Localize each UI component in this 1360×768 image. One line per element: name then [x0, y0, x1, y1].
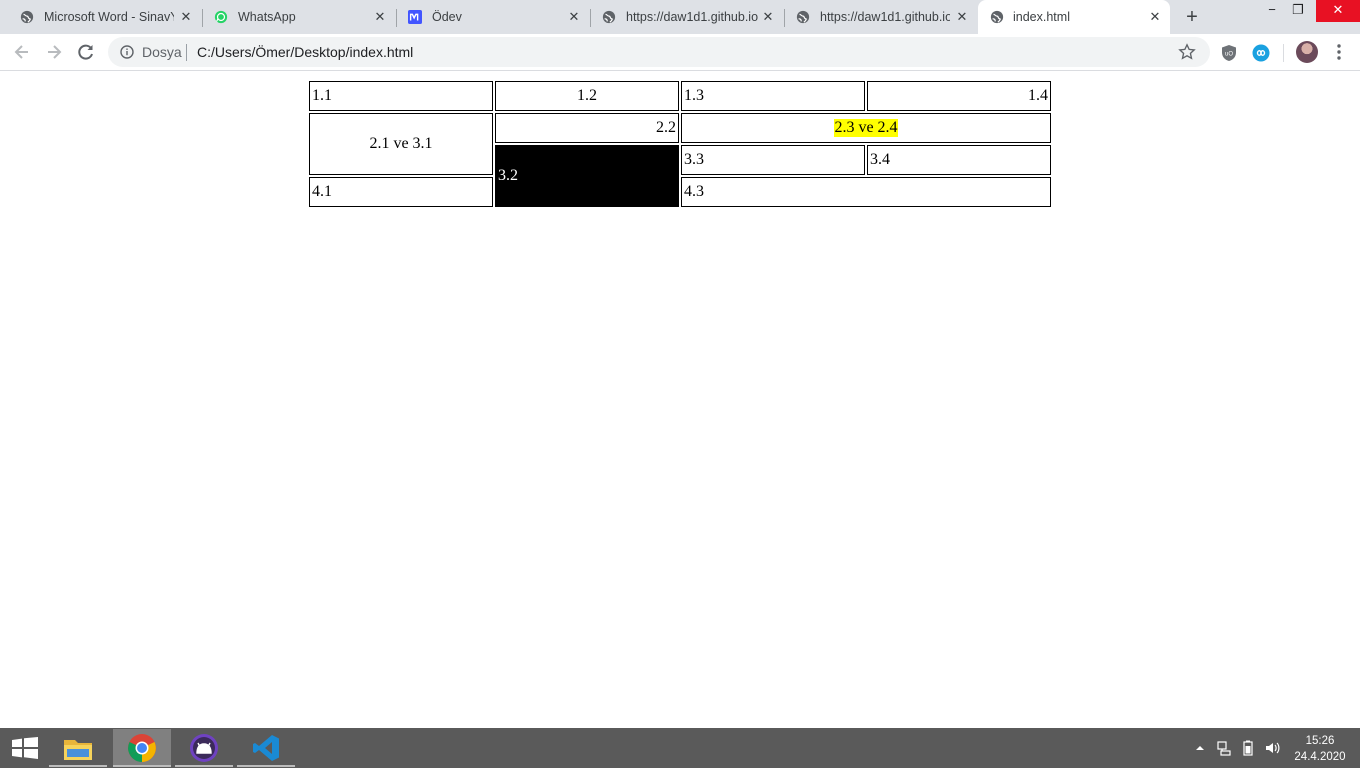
- close-window-button[interactable]: ✕: [1316, 0, 1360, 22]
- taskbar-github-desktop[interactable]: [175, 729, 233, 767]
- running-indicator: [113, 765, 171, 767]
- taskbar-vscode[interactable]: [237, 729, 295, 767]
- tab-close-icon[interactable]: ✕: [178, 9, 194, 25]
- tab-title: Ödev: [432, 10, 462, 24]
- vscode-icon: [253, 735, 279, 761]
- running-indicator: [175, 765, 233, 767]
- tab-title: https://daw1d1.github.io: [820, 10, 950, 24]
- globe-icon: [20, 10, 34, 24]
- show-hidden-icons-icon[interactable]: [1194, 742, 1206, 754]
- battery-icon[interactable]: [1240, 740, 1256, 756]
- table-cell-1-4: 1.4: [867, 81, 1051, 111]
- tab-close-icon[interactable]: ✕: [566, 9, 582, 25]
- tab-github-io-1[interactable]: https://daw1d1.github.io ✕: [582, 0, 782, 34]
- table-cell-3-4: 3.4: [867, 145, 1051, 175]
- back-arrow-icon[interactable]: [12, 42, 32, 62]
- globe-icon: [602, 10, 616, 24]
- forward-arrow-icon[interactable]: [44, 42, 64, 62]
- table-cell-1-2: 1.2: [495, 81, 679, 111]
- globe-icon: [990, 10, 1004, 24]
- system-clock[interactable]: 15:26 24.4.2020: [1290, 733, 1350, 765]
- url-text[interactable]: C:/Users/Ömer/Desktop/index.html: [197, 44, 413, 60]
- info-icon[interactable]: [120, 45, 134, 59]
- tab-title: Microsoft Word - SinavY: [44, 10, 174, 24]
- highlighted-text: 2.3 ve 2.4: [834, 119, 898, 137]
- network-icon[interactable]: [1216, 740, 1232, 756]
- tab-index-html[interactable]: index.html ✕: [978, 0, 1170, 34]
- table-cell-3-2-black: 3.2: [495, 145, 679, 207]
- ublock-shield-icon[interactable]: uO: [1219, 43, 1239, 63]
- table-cell-4-1: 4.1: [309, 177, 493, 207]
- tab-close-icon[interactable]: ✕: [1147, 9, 1163, 25]
- tab-odev[interactable]: Ödev ✕: [388, 0, 588, 34]
- toolbar-divider: [1283, 44, 1284, 62]
- bookmark-star-icon[interactable]: [1178, 43, 1196, 61]
- page-content: 1.1 1.2 1.3 1.4 2.1 ve 3.1 2.2 2.3 ve 2.…: [0, 72, 1360, 728]
- file-explorer-icon: [64, 740, 92, 760]
- infinity-extension-icon[interactable]: [1251, 43, 1271, 63]
- whatsapp-icon: [214, 10, 228, 24]
- table-cell-1-1: 1.1: [309, 81, 493, 111]
- running-indicator: [49, 765, 107, 767]
- chrome-icon: [128, 734, 156, 762]
- miro-icon: [408, 10, 422, 24]
- windows-start-icon[interactable]: [12, 737, 38, 759]
- tab-strip: Microsoft Word - SinavY ✕ WhatsApp ✕ Öde…: [0, 0, 1360, 34]
- address-divider: [186, 44, 187, 61]
- tab-whatsapp[interactable]: WhatsApp ✕: [194, 0, 394, 34]
- profile-avatar[interactable]: [1296, 41, 1318, 63]
- svg-text:uO: uO: [1225, 52, 1233, 58]
- clock-time: 15:26: [1305, 735, 1335, 747]
- windows-taskbar: 15:26 24.4.2020: [0, 728, 1360, 768]
- globe-icon: [796, 10, 810, 24]
- tab-word[interactable]: Microsoft Word - SinavY ✕: [0, 0, 200, 34]
- address-bar[interactable]: Dosya C:/Users/Ömer/Desktop/index.html: [108, 37, 1210, 67]
- table-cell-2-3-merged: 2.3 ve 2.4: [681, 113, 1051, 143]
- tab-github-io-2[interactable]: https://daw1d1.github.io ✕: [776, 0, 976, 34]
- scheme-label: Dosya: [142, 44, 182, 60]
- table-cell-2-1-merged: 2.1 ve 3.1: [309, 113, 493, 175]
- reload-icon[interactable]: [76, 42, 96, 62]
- table-cell-4-3-merged: 4.3: [681, 177, 1051, 207]
- table-cell-2-2: 2.2: [495, 113, 679, 143]
- tab-title: WhatsApp: [238, 10, 296, 24]
- taskbar-file-explorer[interactable]: [49, 729, 107, 767]
- tab-close-icon[interactable]: ✕: [760, 9, 776, 25]
- running-indicator: [237, 765, 295, 767]
- clock-date: 24.4.2020: [1294, 751, 1346, 763]
- new-tab-button[interactable]: +: [1182, 7, 1202, 27]
- table-cell-3-3: 3.3: [681, 145, 865, 175]
- tab-close-icon[interactable]: ✕: [954, 9, 970, 25]
- tab-title: https://daw1d1.github.io: [626, 10, 758, 24]
- table-cell-1-3: 1.3: [681, 81, 865, 111]
- browser-toolbar: Dosya C:/Users/Ömer/Desktop/index.html u…: [0, 34, 1360, 71]
- tab-title: index.html: [1013, 10, 1070, 24]
- github-desktop-icon: [190, 734, 218, 762]
- tab-close-icon[interactable]: ✕: [372, 9, 388, 25]
- menu-dots-icon[interactable]: [1329, 42, 1349, 62]
- taskbar-chrome[interactable]: [113, 729, 171, 767]
- volume-icon[interactable]: [1264, 740, 1280, 756]
- restore-button[interactable]: ❐: [1283, 0, 1313, 22]
